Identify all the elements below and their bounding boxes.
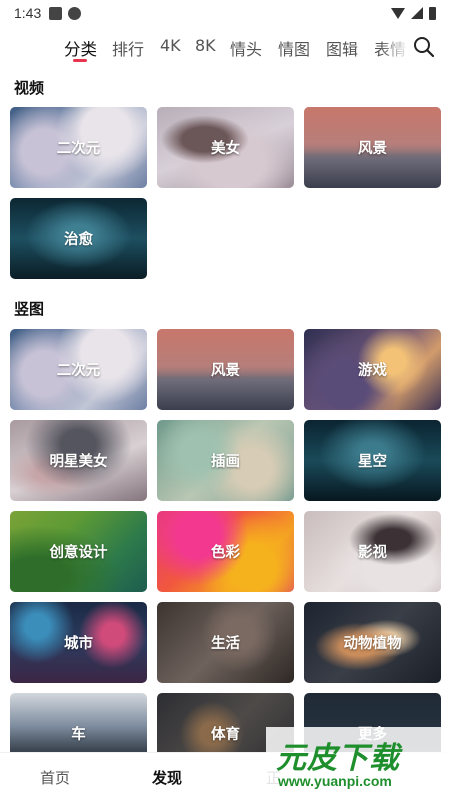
vertical-tile-celebrity[interactable]: 明星美女 (10, 420, 147, 501)
tile-label: 治愈 (64, 232, 93, 248)
tile-label: 动物植物 (343, 636, 402, 652)
tile-label: 影视 (358, 545, 387, 561)
vertical-tile-starry-sky[interactable]: 星空 (304, 420, 441, 501)
tile-label: 创意设计 (49, 545, 108, 561)
active-tab-indicator (73, 59, 87, 62)
status-bar: 1:43 (0, 0, 450, 26)
status-indicators (391, 6, 436, 20)
tile-label: 美女 (211, 141, 240, 157)
nav-home[interactable]: 首页 (40, 767, 70, 788)
vertical-tile-game[interactable]: 游戏 (304, 329, 441, 410)
watermark-logo: 元皮下载 (276, 741, 400, 776)
vertical-tile-life[interactable]: 生活 (157, 602, 294, 683)
search-icon[interactable] (410, 33, 438, 61)
vertical-tile-film[interactable]: 影视 (304, 511, 441, 592)
vertical-tile-illustration[interactable]: 插画 (157, 420, 294, 501)
nav-discover[interactable]: 发现 (152, 767, 182, 788)
tile-label: 生活 (211, 636, 240, 652)
notification-icon (49, 6, 63, 20)
tile-label: 风景 (211, 363, 240, 379)
tile-label: 风景 (358, 141, 387, 157)
tab-qingtou[interactable]: 情头 (230, 36, 262, 60)
tile-label: 游戏 (358, 363, 387, 379)
tile-label: 车 (71, 727, 86, 743)
battery-icon (429, 6, 436, 20)
vertical-tile-creative-design[interactable]: 创意设计 (10, 511, 147, 592)
vertical-tile-anime[interactable]: 二次元 (10, 329, 147, 410)
tab-fenlei[interactable]: 分类 (64, 36, 97, 60)
video-tile-beauty[interactable]: 美女 (157, 107, 294, 188)
tile-label: 星空 (358, 454, 387, 470)
section-title-video: 视频 (14, 79, 45, 97)
tile-label: 色彩 (211, 545, 240, 561)
wifi-icon (391, 7, 405, 19)
tab-tuji[interactable]: 图辑 (326, 36, 358, 60)
tab-8k[interactable]: 8K (195, 36, 216, 55)
tab-4k[interactable]: 4K (160, 36, 181, 55)
tile-label: 插画 (211, 454, 240, 470)
tile-label: 二次元 (56, 141, 101, 157)
app-notification-icon (68, 6, 82, 20)
status-time: 1:43 (14, 5, 42, 21)
tile-label: 明星美女 (49, 454, 108, 470)
video-tile-healing[interactable]: 治愈 (10, 198, 147, 279)
tab-qingtu[interactable]: 情图 (278, 36, 310, 60)
vertical-tile-city[interactable]: 城市 (10, 602, 147, 683)
tile-label: 城市 (64, 636, 93, 652)
tab-fade (380, 28, 410, 66)
video-tile-scenery[interactable]: 风景 (304, 107, 441, 188)
vertical-tile-color[interactable]: 色彩 (157, 511, 294, 592)
tile-label: 二次元 (56, 363, 101, 379)
tab-paihang[interactable]: 排行 (112, 36, 144, 60)
watermark-url: www.yuanpi.com (278, 773, 392, 789)
watermark: 元皮下载 www.yuanpi.com (266, 727, 450, 800)
vertical-tile-animals-plants[interactable]: 动物植物 (304, 602, 441, 683)
category-tab-bar: 分类 排行 4K 8K 情头 情图 图辑 表情 (0, 28, 450, 66)
tile-label: 体育 (211, 727, 240, 743)
signal-icon (411, 7, 423, 19)
section-title-vertical: 竖图 (14, 300, 45, 318)
vertical-tile-scenery[interactable]: 风景 (157, 329, 294, 410)
video-tile-anime[interactable]: 二次元 (10, 107, 147, 188)
